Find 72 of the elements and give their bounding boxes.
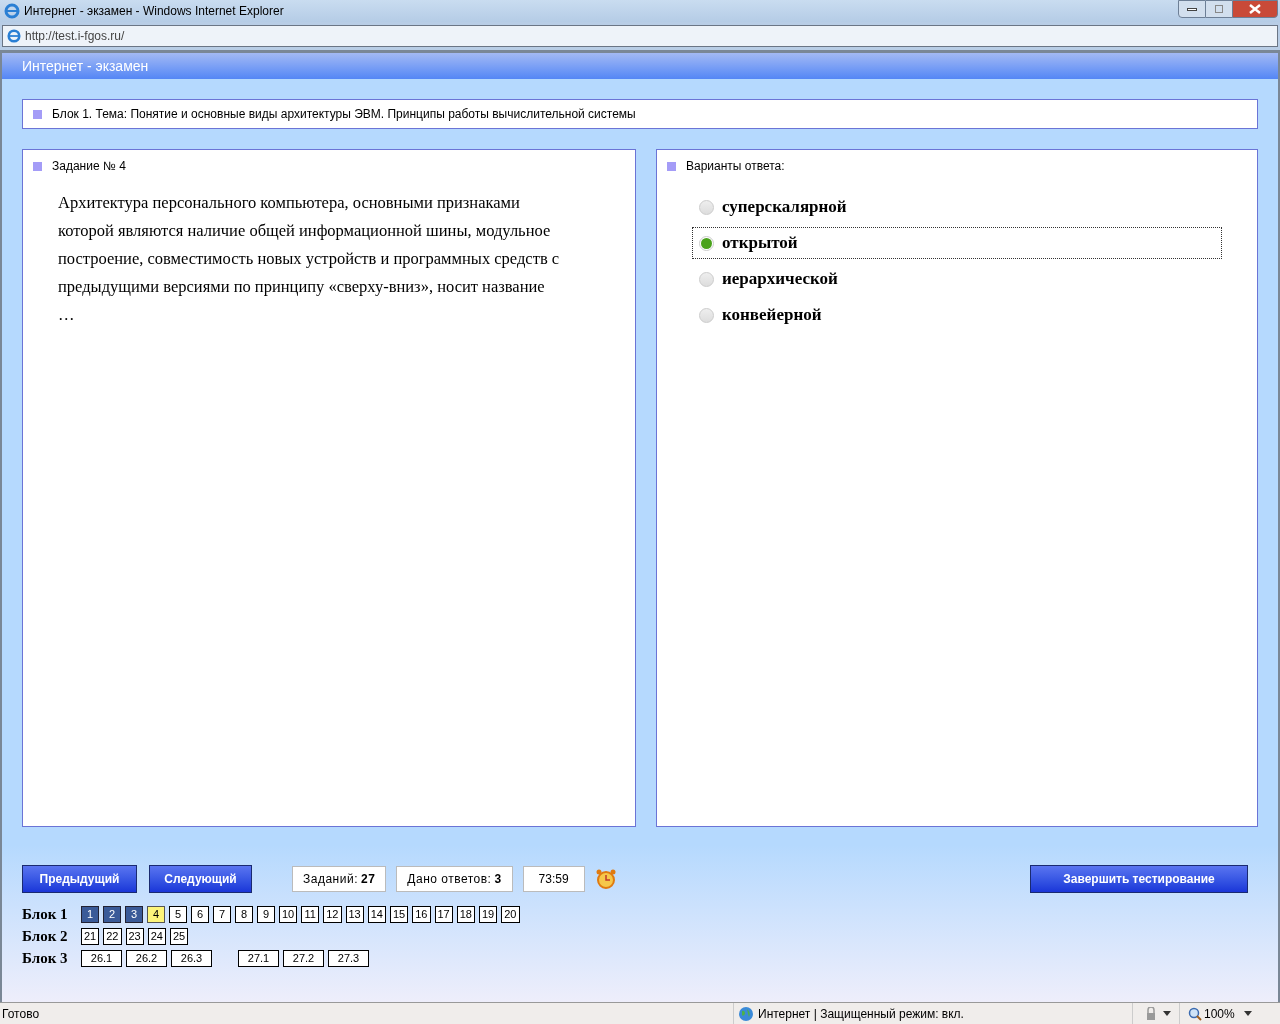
radio-button[interactable] — [699, 235, 714, 251]
page-icon — [7, 29, 21, 43]
question-number[interactable]: 14 — [367, 905, 386, 923]
answers-title: Варианты ответа: — [686, 158, 785, 175]
question-number[interactable]: 27.2 — [283, 949, 324, 967]
question-number[interactable]: 4 — [147, 905, 165, 923]
question-number[interactable]: 26.2 — [126, 949, 167, 967]
address-field[interactable]: http://test.i-fgos.ru/ — [2, 25, 1278, 47]
square-icon — [33, 161, 42, 171]
question-number[interactable]: 8 — [235, 905, 253, 923]
timer-box: 73:59 — [522, 866, 585, 892]
question-number[interactable]: 7 — [213, 905, 231, 923]
question-number[interactable]: 5 — [169, 905, 187, 923]
question-number[interactable]: 27.3 — [328, 949, 369, 967]
question-number[interactable]: 23 — [125, 927, 144, 945]
question-number[interactable]: 15 — [390, 905, 409, 923]
browser-logo-icon — [4, 3, 20, 19]
question-number[interactable]: 27.1 — [238, 949, 279, 967]
question-number[interactable]: 3 — [125, 905, 143, 923]
square-icon — [33, 109, 42, 119]
radio-button[interactable] — [699, 199, 714, 215]
security-zone-text: Интернет | Защищенный режим: вкл. — [758, 1005, 965, 1023]
counter-box: Дано ответов: 3 — [396, 866, 513, 892]
maximize-button[interactable] — [1206, 0, 1232, 18]
window-title: Интернет - экзамен - Windows Internet Explorer — [24, 3, 284, 20]
question-number[interactable]: 13 — [345, 905, 364, 923]
alarm-clock-icon — [594, 868, 617, 890]
minimize-button[interactable] — [1178, 0, 1206, 18]
question-title: Задание № 4 — [52, 158, 126, 175]
dropdown-arrow-icon[interactable] — [1244, 1011, 1252, 1016]
answer-option[interactable]: суперскалярной — [692, 191, 1222, 223]
status-text: Готово — [2, 1005, 40, 1023]
question-number[interactable]: 11 — [301, 905, 320, 923]
answer-option[interactable]: иерархической — [692, 263, 1222, 295]
previous-button[interactable]: Предыдущий — [22, 865, 137, 893]
zoom-level[interactable]: 100% — [1204, 1004, 1244, 1023]
question-number[interactable]: 21 — [81, 927, 100, 945]
question-number[interactable]: 25 — [170, 927, 189, 945]
finish-button[interactable]: Завершить тестирование — [1030, 865, 1248, 893]
dropdown-arrow-icon[interactable] — [1163, 1011, 1171, 1016]
topic-text: Блок 1. Тема: Понятие и основные виды архитектуры ЭВМ. Принципы работы вычислительной системы — [52, 106, 636, 123]
question-number[interactable]: 10 — [279, 905, 298, 923]
question-number[interactable]: 20 — [501, 905, 520, 923]
question-number[interactable]: 1 — [81, 905, 99, 923]
radio-button[interactable] — [699, 307, 714, 323]
block-label: Блок 2 — [22, 926, 69, 946]
question-number[interactable]: 18 — [456, 905, 475, 923]
block-label: Блок 1 — [22, 904, 69, 924]
radio-button[interactable] — [699, 271, 714, 287]
answer-option[interactable]: открытой — [692, 227, 1222, 259]
block-label: Блок 3 — [22, 948, 69, 968]
globe-icon — [738, 1005, 754, 1022]
question-number[interactable]: 2 — [103, 905, 121, 923]
square-icon — [667, 161, 676, 171]
question-number[interactable]: 26.3 — [171, 949, 212, 967]
question-number[interactable]: 17 — [434, 905, 453, 923]
question-number[interactable]: 19 — [479, 905, 498, 923]
answer-option[interactable]: конвейерной — [692, 299, 1222, 331]
question-text: Архитектура персонального компьютера, основными признаками которой являются наличие общей информационной шины, модульное построение, совместимость новых устройств и программных средств с предыдущими версиями по принципу «сверху-вниз», носит название … — [58, 192, 561, 326]
question-number[interactable]: 22 — [103, 927, 122, 945]
close-icon — [1249, 4, 1261, 14]
question-number[interactable]: 24 — [147, 927, 166, 945]
question-number[interactable]: 6 — [191, 905, 209, 923]
app-title: Интернет - экзамен — [22, 56, 149, 76]
question-number[interactable]: 12 — [323, 905, 342, 923]
question-number[interactable]: 9 — [257, 905, 275, 923]
question-number[interactable]: 16 — [412, 905, 431, 923]
close-button[interactable] — [1232, 0, 1278, 18]
zoom-icon — [1188, 1006, 1202, 1021]
question-number[interactable]: 26.1 — [81, 949, 122, 967]
counter-box: Заданий: 27 — [292, 866, 387, 892]
next-button[interactable]: Следующий — [149, 865, 252, 893]
